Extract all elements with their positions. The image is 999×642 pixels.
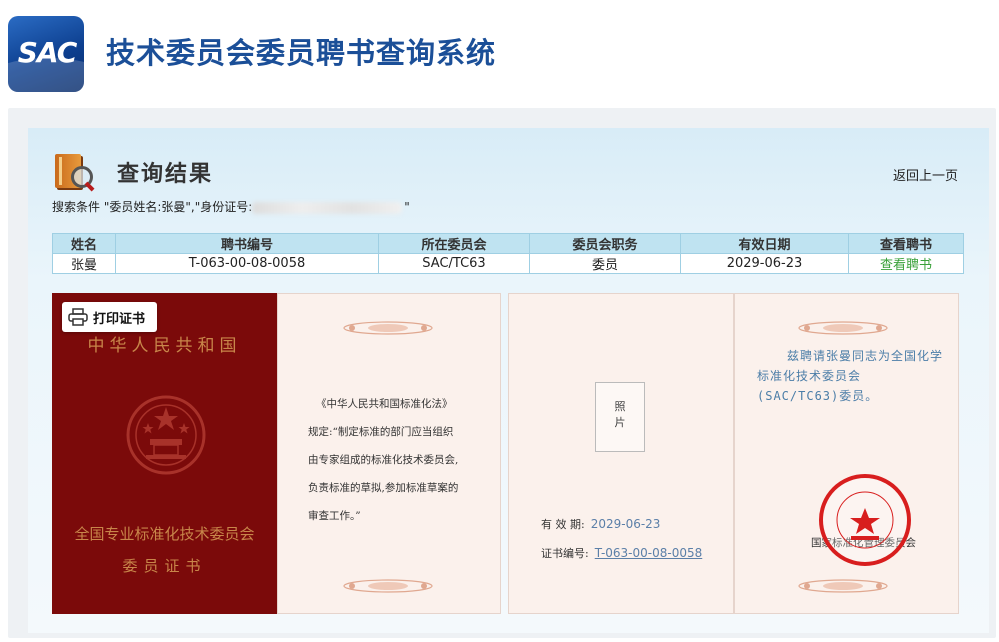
cover-title: 委员证书	[122, 557, 207, 575]
certificate-appointment-page: 兹聘请张曼同志为全国化学标准化技术委员会(SAC/TC63)委员。 国家标准化管…	[734, 293, 959, 614]
cell-name: 张曼	[52, 253, 116, 274]
photo-char: 照	[614, 400, 626, 413]
certificate-info-page: 照 片 有 效 期: 2029-06-23 证书编号: T-063-00-08-00…	[508, 293, 734, 614]
national-emblem-icon	[126, 395, 206, 475]
official-seal-icon	[819, 474, 911, 566]
search-conditions-suffix: "	[404, 200, 410, 214]
cell-committee: SAC/TC63	[378, 253, 530, 274]
cover-country: 中华人民共和国	[87, 336, 242, 356]
back-link[interactable]: 返回上一页	[893, 165, 958, 184]
col-header-view: 查看聘书	[848, 233, 964, 254]
law-title: 《中华人民共和国标准化法》	[316, 398, 453, 410]
law-line: 负责标准的草拟,参加标准草案的	[308, 482, 459, 494]
print-button-label: 打印证书	[93, 312, 146, 327]
law-line: 由专家组成的标准化技术委员会,	[308, 454, 459, 466]
app-header: SAC 技术委员会委员聘书查询系统	[0, 0, 999, 104]
law-text: 《中华人民共和国标准化法》 规定:“制定标准的部门应当组织 由专家组成的标准化技…	[308, 390, 488, 530]
cert-no-value: T-063-00-08-0058	[594, 546, 703, 560]
book-search-icon	[55, 152, 95, 192]
table-header-row: 姓名 聘书编号 所在委员会 委员会职务 有效日期 查看聘书	[52, 233, 964, 254]
table-row: 张曼 T-063-00-08-0058 SAC/TC63 委员 2029-06-…	[52, 253, 964, 274]
certificate-left-spread: 中华人民共和国 全国专业标准化技术委员会 委员证书 《中华人民共和国标准化法》 …	[52, 293, 501, 614]
page-title: 技术委员会委员聘书查询系统	[106, 36, 497, 70]
cell-valid-date: 2029-06-23	[680, 253, 849, 274]
col-header-name: 姓名	[52, 233, 116, 254]
col-header-cert-no: 聘书编号	[115, 233, 379, 254]
certificate-law-page: 《中华人民共和国标准化法》 规定:“制定标准的部门应当组织 由专家组成的标准化技…	[277, 293, 501, 614]
certificate-cover: 中华人民共和国 全国专业标准化技术委员会 委员证书	[52, 293, 277, 614]
photo-char: 片	[614, 416, 626, 429]
cell-cert-no: T-063-00-08-0058	[115, 253, 379, 274]
printer-icon	[68, 308, 88, 326]
ornament-icon	[343, 321, 433, 335]
col-header-position: 委员会职务	[529, 233, 681, 254]
view-certificate-link[interactable]: 查看聘书	[848, 253, 964, 274]
invitation-text: 兹聘请张曼同志为全国化学标准化技术委员会(SAC/TC63)委员。	[757, 349, 944, 403]
redacted-id	[252, 201, 403, 214]
results-table: 姓名 聘书编号 所在委员会 委员会职务 有效日期 查看聘书 张曼 T-063-0…	[52, 233, 964, 274]
col-header-committee: 所在委员会	[378, 233, 530, 254]
search-conditions: 搜索条件 "委员姓名:张曼","身份证号: "	[52, 198, 410, 215]
ornament-icon	[798, 579, 888, 593]
certificate-right-spread: 照 片 有 效 期: 2029-06-23 证书编号: T-063-00-08-00…	[508, 293, 959, 614]
photo-placeholder: 照 片	[595, 382, 645, 452]
search-conditions-prefix: 搜索条件 "委员姓名:张曼","身份证号:	[52, 200, 253, 214]
cert-no-label: 证书编号:	[541, 547, 589, 560]
cell-position: 委员	[529, 253, 681, 274]
sac-logo: SAC	[8, 16, 84, 92]
valid-label: 有 效 期:	[541, 518, 585, 531]
cert-no-field: 证书编号: T-063-00-08-0058	[541, 545, 702, 561]
valid-value: 2029-06-23	[590, 517, 661, 531]
law-line: 规定:“制定标准的部门应当组织	[308, 426, 454, 438]
result-heading: 查询结果	[117, 161, 214, 187]
ornament-icon	[798, 321, 888, 335]
print-certificate-button[interactable]: 打印证书	[62, 302, 157, 332]
ornament-icon	[343, 579, 433, 593]
cover-organization: 全国专业标准化技术委员会	[74, 525, 255, 543]
logo-text: SAC	[17, 36, 78, 69]
valid-field: 有 效 期: 2029-06-23	[541, 516, 660, 532]
law-line: 审查工作。”	[308, 510, 361, 522]
col-header-valid-date: 有效日期	[680, 233, 849, 254]
